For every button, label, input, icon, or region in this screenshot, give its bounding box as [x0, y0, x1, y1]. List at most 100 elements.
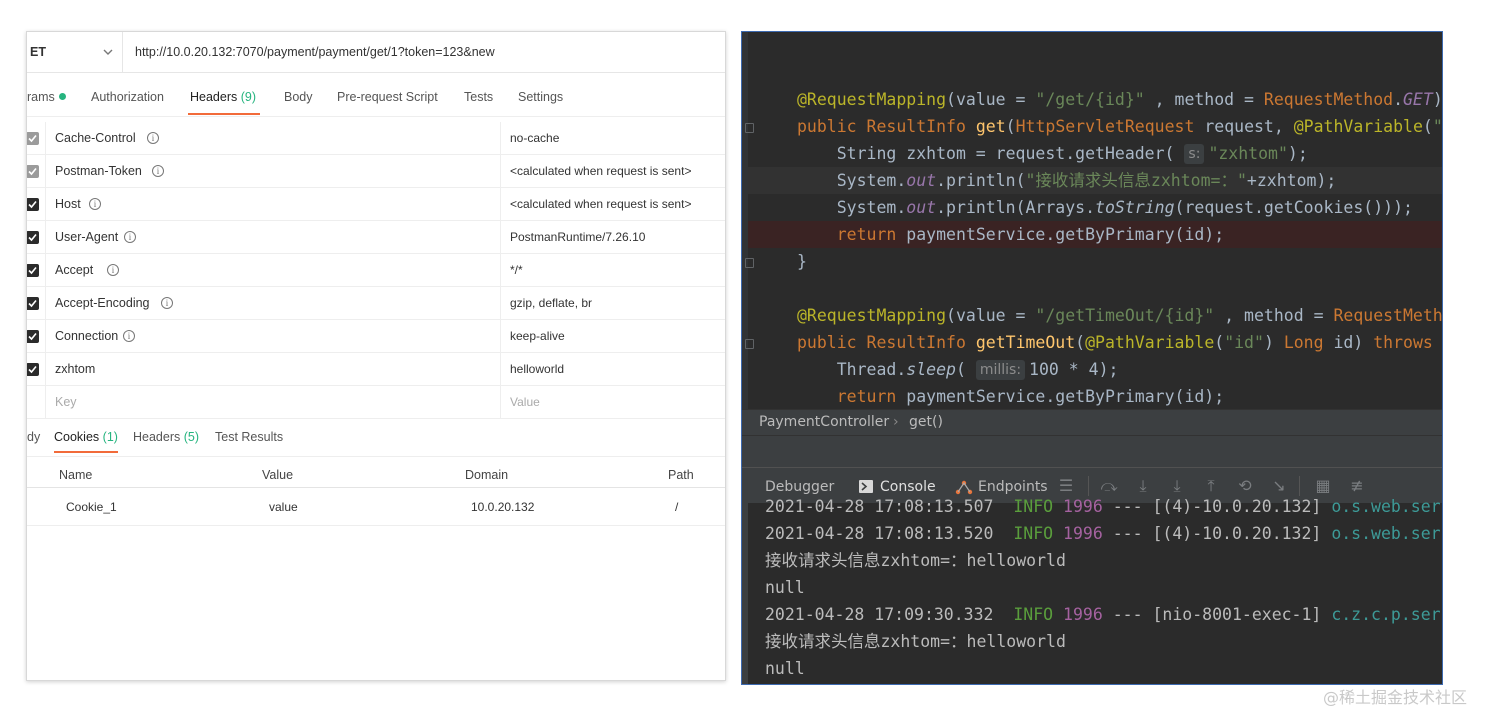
info-icon[interactable]: i	[152, 165, 164, 177]
info-icon[interactable]: i	[124, 231, 136, 243]
table-row: Cache-Control i no-cache	[27, 122, 725, 155]
url-input[interactable]: http://10.0.20.132:7070/payment/payment/…	[135, 45, 495, 59]
breadcrumb-class[interactable]: PaymentController	[759, 414, 889, 430]
tab-response-headers[interactable]: Headers (5)	[133, 430, 199, 444]
table-row: Host i <calculated when request is sent>	[27, 188, 725, 221]
header-value-cell[interactable]: helloworld	[500, 353, 725, 386]
header-enabled-checkbox[interactable]	[27, 132, 39, 145]
header-key: Connection	[55, 329, 119, 343]
chevron-down-icon	[103, 49, 113, 55]
header-key-cell[interactable]: Accept i	[45, 254, 500, 287]
info-icon[interactable]: i	[147, 132, 159, 144]
code-line: public ResultInfo getTimeOut(@PathVariab…	[797, 333, 1433, 352]
headers-count: (9)	[240, 90, 257, 104]
fold-icon[interactable]	[745, 339, 754, 349]
header-value: <calculated when request is sent>	[510, 197, 692, 211]
cookie-path: /	[675, 500, 679, 514]
header-value-cell[interactable]: PostmanRuntime/7.26.10	[500, 221, 725, 254]
console-line: 接收请求头信息zxhtom=：helloworld	[765, 632, 1066, 651]
fold-icon[interactable]	[745, 123, 754, 133]
cookies-table-header: Name Value Domain Path	[27, 462, 725, 488]
tab-params[interactable]: rams	[27, 90, 66, 104]
tab-authorization[interactable]: Authorization	[91, 90, 164, 104]
header-enabled-checkbox[interactable]	[27, 297, 39, 310]
log-level: INFO	[1013, 605, 1054, 624]
log-logger: o.s.web.ser	[1331, 524, 1441, 543]
response-tabs: dy Cookies (1) Headers (5) Test Results	[27, 423, 725, 457]
postman-window: ET http://10.0.20.132:7070/payment/payme…	[26, 31, 726, 681]
console-line: 2021-04-28 17:08:13.507 INFO 1996 --- [(…	[765, 493, 1441, 520]
table-row: User-Agent i PostmanRuntime/7.26.10	[27, 221, 725, 254]
table-row: Postman-Token i <calculated when request i…	[27, 155, 725, 188]
table-row: Accept i */*	[27, 254, 725, 287]
log-pid: 1996	[1063, 605, 1103, 624]
header-value: helloworld	[510, 362, 565, 376]
table-row: Cookie_1 value 10.0.20.132 /	[27, 489, 725, 526]
header-value-cell[interactable]: <calculated when request is sent>	[500, 188, 725, 221]
log-level: INFO	[1013, 524, 1054, 543]
cookie-value: value	[269, 500, 298, 514]
console-line: 接收请求头信息zxhtom=：helloworld	[765, 551, 1066, 570]
log-thread: [nio-8001-exec-1]	[1152, 605, 1322, 624]
header-value: PostmanRuntime/7.26.10	[510, 230, 646, 244]
fold-icon[interactable]	[745, 258, 754, 268]
cookie-col-value: Value	[262, 468, 294, 482]
header-key-cell[interactable]: User-Agent i	[45, 221, 500, 254]
code-line: @RequestMapping(value = "/getTimeOut/{id…	[797, 306, 1443, 325]
method-select[interactable]: ET	[27, 32, 123, 73]
header-enabled-checkbox[interactable]	[27, 363, 39, 376]
console-line: null	[765, 578, 805, 597]
new-header-value-input[interactable]: Value	[500, 386, 725, 419]
params-indicator-dot	[58, 93, 66, 100]
tab-params-label: rams	[27, 90, 55, 104]
header-key: Cache-Control	[55, 131, 136, 145]
console-line: null	[765, 659, 805, 678]
log-pid: 1996	[1063, 497, 1103, 516]
tab-cookies[interactable]: Cookies (1)	[54, 430, 118, 453]
info-icon[interactable]: i	[161, 297, 173, 309]
header-enabled-checkbox[interactable]	[27, 231, 39, 244]
tab-response-body[interactable]: dy	[27, 430, 40, 444]
tab-headers[interactable]: Headers (9)	[187, 90, 261, 115]
cookies-count: (1)	[102, 430, 118, 444]
tab-tests[interactable]: Tests	[464, 90, 493, 104]
header-key-cell[interactable]: Cache-Control i	[45, 122, 500, 155]
header-value-cell[interactable]: */*	[500, 254, 725, 287]
header-key-cell[interactable]: Host i	[45, 188, 500, 221]
header-key-cell[interactable]: zxhtom	[45, 353, 500, 386]
log-thread: [(4)-10.0.20.132]	[1152, 497, 1322, 516]
header-value-cell[interactable]: <calculated when request is sent>	[500, 155, 725, 188]
tab-prerequest-script[interactable]: Pre-request Script	[337, 90, 438, 104]
header-key-cell[interactable]: Postman-Token i	[45, 155, 500, 188]
header-key-cell[interactable]: Connection i	[45, 320, 500, 353]
url-bar: ET http://10.0.20.132:7070/payment/payme…	[27, 32, 725, 73]
header-enabled-checkbox[interactable]	[27, 264, 39, 277]
info-icon[interactable]: i	[89, 198, 101, 210]
info-icon[interactable]: i	[107, 264, 119, 276]
header-value-cell[interactable]: gzip, deflate, br	[500, 287, 725, 320]
new-header-key-input[interactable]: Key	[45, 386, 500, 419]
header-value-cell[interactable]: no-cache	[500, 122, 725, 155]
header-value-cell[interactable]: keep-alive	[500, 320, 725, 353]
info-icon[interactable]: i	[123, 330, 135, 342]
tab-cookies-label: Cookies	[54, 430, 100, 444]
log-sep: ---	[1112, 497, 1143, 516]
new-header-row: Key Value	[27, 386, 725, 419]
console-line: 2021-04-28 17:08:13.520 INFO 1996 --- [(…	[765, 520, 1441, 547]
header-enabled-checkbox[interactable]	[27, 330, 39, 343]
tab-settings[interactable]: Settings	[518, 90, 563, 104]
tab-headers-label: Headers	[190, 90, 238, 104]
header-key-cell[interactable]: Accept-Encoding i	[45, 287, 500, 320]
tab-test-results[interactable]: Test Results	[215, 430, 283, 444]
tab-body[interactable]: Body	[284, 90, 313, 104]
table-row: zxhtom helloworld	[27, 353, 725, 386]
log-logger: c.z.c.p.ser	[1331, 605, 1441, 624]
header-enabled-checkbox[interactable]	[27, 198, 39, 211]
response-headers-count: (5)	[183, 430, 200, 444]
header-enabled-checkbox[interactable]	[27, 165, 39, 178]
breadcrumb-method[interactable]: get()	[909, 414, 943, 430]
log-time: 2021-04-28 17:09:30.332	[765, 605, 994, 624]
editor-bottom-bar	[742, 435, 1442, 467]
cookie-domain: 10.0.20.132	[471, 500, 535, 514]
table-row: Accept-Encoding i gzip, deflate, br	[27, 287, 725, 320]
